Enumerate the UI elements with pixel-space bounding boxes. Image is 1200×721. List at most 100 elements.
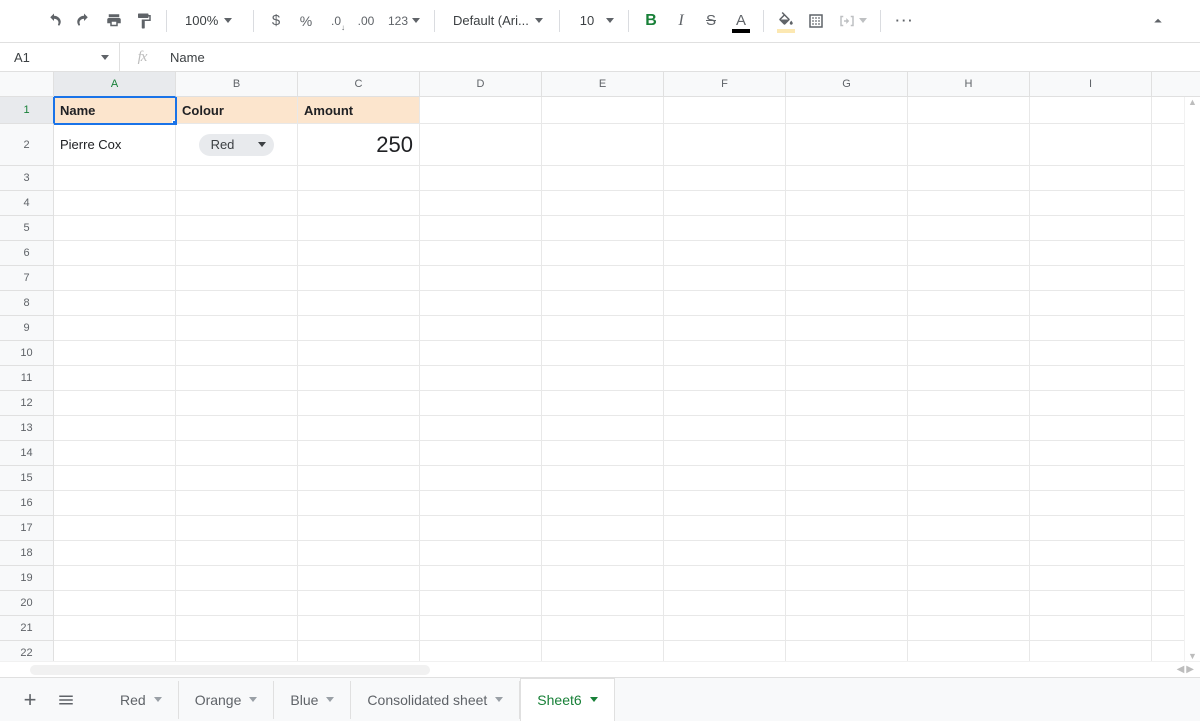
cell[interactable] <box>1030 641 1152 661</box>
cell[interactable] <box>786 566 908 591</box>
cell[interactable] <box>176 291 298 316</box>
cell[interactable] <box>1030 166 1152 191</box>
font-size-dropdown[interactable]: 10 <box>568 7 620 35</box>
cell[interactable] <box>1030 124 1152 166</box>
cell[interactable] <box>908 616 1030 641</box>
cell[interactable] <box>664 241 786 266</box>
cell[interactable] <box>298 241 420 266</box>
cell[interactable] <box>664 566 786 591</box>
cell[interactable] <box>786 316 908 341</box>
cell[interactable] <box>664 191 786 216</box>
row-header-9[interactable]: 9 <box>0 316 54 341</box>
cell[interactable] <box>54 316 176 341</box>
cell[interactable] <box>786 541 908 566</box>
cell[interactable] <box>542 216 664 241</box>
cell[interactable] <box>908 266 1030 291</box>
cell[interactable] <box>176 241 298 266</box>
cell[interactable] <box>298 191 420 216</box>
cell[interactable] <box>1030 591 1152 616</box>
row-header-18[interactable]: 18 <box>0 541 54 566</box>
cell[interactable] <box>54 541 176 566</box>
cell[interactable]: Colour <box>176 97 298 124</box>
cell[interactable] <box>908 366 1030 391</box>
formula-input[interactable]: Name <box>164 50 1200 65</box>
column-header-A[interactable]: A <box>54 72 176 97</box>
cell[interactable] <box>176 591 298 616</box>
row-header-3[interactable]: 3 <box>0 166 54 191</box>
cell[interactable] <box>542 441 664 466</box>
row-header-20[interactable]: 20 <box>0 591 54 616</box>
cell[interactable] <box>420 291 542 316</box>
cell[interactable] <box>54 291 176 316</box>
row-header-12[interactable]: 12 <box>0 391 54 416</box>
cell[interactable] <box>1030 216 1152 241</box>
cell[interactable] <box>298 341 420 366</box>
cell[interactable] <box>664 316 786 341</box>
cell[interactable] <box>420 466 542 491</box>
cell[interactable] <box>54 241 176 266</box>
cell[interactable] <box>1030 316 1152 341</box>
cell[interactable] <box>420 97 542 124</box>
cell[interactable] <box>908 291 1030 316</box>
cell[interactable] <box>298 491 420 516</box>
cell[interactable] <box>420 216 542 241</box>
cell[interactable] <box>420 566 542 591</box>
row-header-4[interactable]: 4 <box>0 191 54 216</box>
row-header-22[interactable]: 22 <box>0 641 54 661</box>
cell[interactable] <box>908 216 1030 241</box>
dropdown-chip[interactable]: Red <box>199 134 275 156</box>
cell[interactable] <box>298 391 420 416</box>
cell[interactable] <box>542 97 664 124</box>
horizontal-scrollbar[interactable]: ◀▶ <box>0 661 1200 677</box>
cell[interactable]: 250 <box>298 124 420 166</box>
cell[interactable] <box>908 341 1030 366</box>
cell[interactable] <box>176 341 298 366</box>
cell[interactable] <box>1030 266 1152 291</box>
row-header-15[interactable]: 15 <box>0 466 54 491</box>
sheet-tab[interactable]: Sheet6 <box>520 678 614 721</box>
cell[interactable] <box>664 416 786 441</box>
cell[interactable] <box>542 616 664 641</box>
cell[interactable] <box>54 191 176 216</box>
cell[interactable] <box>786 441 908 466</box>
cell[interactable] <box>54 166 176 191</box>
cell[interactable] <box>298 541 420 566</box>
row-header-13[interactable]: 13 <box>0 416 54 441</box>
cell[interactable] <box>542 641 664 661</box>
cell[interactable] <box>542 466 664 491</box>
cell[interactable] <box>176 366 298 391</box>
cell[interactable] <box>54 416 176 441</box>
cell[interactable] <box>786 191 908 216</box>
cell[interactable] <box>176 316 298 341</box>
cell[interactable] <box>542 541 664 566</box>
cell[interactable] <box>908 191 1030 216</box>
cell[interactable] <box>1030 366 1152 391</box>
cell[interactable] <box>542 316 664 341</box>
cell[interactable] <box>298 441 420 466</box>
row-header-21[interactable]: 21 <box>0 616 54 641</box>
cell[interactable] <box>908 166 1030 191</box>
cell[interactable] <box>664 591 786 616</box>
cell[interactable] <box>664 124 786 166</box>
row-header-2[interactable]: 2 <box>0 124 54 166</box>
cell[interactable] <box>176 616 298 641</box>
column-header-F[interactable]: F <box>664 72 786 97</box>
cell[interactable] <box>664 516 786 541</box>
cell[interactable] <box>420 166 542 191</box>
cell[interactable] <box>786 97 908 124</box>
cell[interactable] <box>542 516 664 541</box>
fill-color-button[interactable] <box>772 7 800 35</box>
cell[interactable] <box>786 391 908 416</box>
column-header-I[interactable]: I <box>1030 72 1152 97</box>
cell[interactable] <box>664 166 786 191</box>
cell[interactable] <box>908 641 1030 661</box>
row-header-11[interactable]: 11 <box>0 366 54 391</box>
select-all-corner[interactable] <box>0 72 54 97</box>
cell[interactable] <box>908 566 1030 591</box>
row-header-19[interactable]: 19 <box>0 566 54 591</box>
font-dropdown[interactable]: Default (Ari... <box>443 7 551 35</box>
cell[interactable] <box>176 266 298 291</box>
cell[interactable] <box>420 416 542 441</box>
percent-button[interactable]: % <box>292 7 320 35</box>
cell[interactable] <box>664 97 786 124</box>
